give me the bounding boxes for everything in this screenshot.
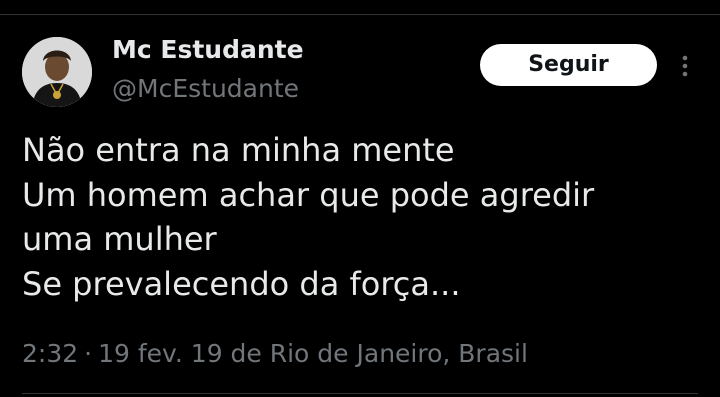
avatar-photo-icon <box>22 37 92 107</box>
tweet-line: Não entra na minha mente <box>22 131 455 169</box>
tweet-line: Um homem achar que pode agredir <box>22 175 595 214</box>
tweet-location: de Rio de Janeiro, Brasil <box>230 339 528 368</box>
avatar[interactable] <box>22 37 92 107</box>
top-divider <box>0 14 720 15</box>
more-vertical-icon[interactable] <box>676 53 694 79</box>
bottom-divider <box>22 393 698 394</box>
tweet-time[interactable]: 2:32 <box>22 339 78 368</box>
meta-separator: · <box>84 339 93 368</box>
follow-button[interactable]: Seguir <box>480 44 657 86</box>
tweet-line: uma mulher <box>22 220 217 258</box>
tweet-line: Se prevalecendo da força... <box>22 264 461 303</box>
tweet-text: Não entra na minha mente Um homem achar … <box>22 128 682 306</box>
tweet-date[interactable]: 19 fev. 19 <box>98 339 223 368</box>
author-handle[interactable]: @McEstudante <box>112 72 299 106</box>
tweet-metadata: 2:32 · 19 fev. 19 de Rio de Janeiro, Brasi… <box>22 336 528 372</box>
author-display-name[interactable]: Mc Estudante <box>112 34 304 66</box>
